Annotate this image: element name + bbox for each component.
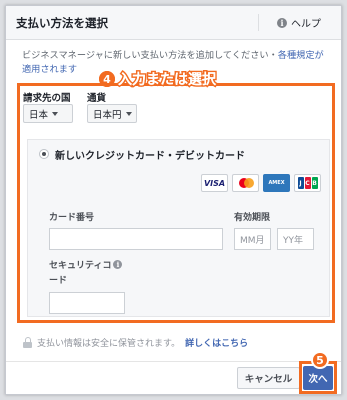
expiry-month-placeholder: MM月 bbox=[240, 235, 265, 246]
next-button[interactable]: 次へ bbox=[303, 366, 333, 390]
security-code-label: セキュリティコ i ード bbox=[49, 259, 123, 289]
new-card-panel: 新しいクレジットカード・デビットカード VISA AMEX JCB カード番号 … bbox=[27, 139, 330, 317]
lock-icon bbox=[23, 337, 32, 348]
country-value: 日本 bbox=[29, 109, 49, 121]
step4-number-badge-fill: 4 bbox=[99, 71, 115, 87]
card-logos: VISA AMEX JCB bbox=[201, 174, 321, 192]
security-code-label-line2: ード bbox=[49, 276, 68, 286]
description-text: ビジネスマネージャに新しい支払い方法を追加してください・ bbox=[22, 50, 278, 61]
currency-select[interactable]: 日本円 bbox=[87, 104, 137, 123]
expiry-label: 有効期限 bbox=[234, 213, 271, 223]
dialog-title: 支払い方法を選択 bbox=[16, 16, 108, 30]
security-code-input[interactable] bbox=[49, 292, 125, 314]
expiry-month-input[interactable]: MM月 bbox=[234, 228, 271, 250]
security-code-label-line1: セキュリティコ bbox=[49, 261, 112, 271]
card-number-label: カード番号 bbox=[49, 213, 95, 223]
dialog-header: 支払い方法を選択 i ヘルプ bbox=[6, 6, 341, 40]
country-label: 請求先の国 bbox=[23, 93, 71, 104]
currency-value: 日本円 bbox=[93, 109, 122, 121]
country-select[interactable]: 日本 bbox=[23, 104, 73, 123]
cancel-button[interactable]: キャンセル bbox=[237, 367, 300, 389]
step5-number-badge: 5 bbox=[311, 351, 329, 369]
step4-annotation: 4 入力または選択 bbox=[99, 69, 216, 89]
radio-selected-dot bbox=[42, 152, 46, 156]
expiry-year-placeholder: YY年 bbox=[283, 235, 303, 246]
new-card-radio[interactable] bbox=[39, 149, 49, 159]
help-link[interactable]: i ヘルプ bbox=[277, 15, 321, 30]
visa-logo: VISA bbox=[201, 174, 228, 192]
security-code-info-icon[interactable]: i bbox=[113, 260, 123, 269]
chevron-down-icon bbox=[52, 111, 59, 116]
expiry-year-input[interactable]: YY年 bbox=[277, 228, 314, 250]
footer-divider bbox=[6, 361, 341, 362]
header-divider bbox=[258, 14, 259, 31]
learn-more-link[interactable]: 詳しくはこちら bbox=[185, 336, 248, 349]
help-label: ヘルプ bbox=[291, 19, 321, 30]
step4-annotation-text: 入力または選択 bbox=[118, 72, 216, 88]
secure-notice-text: 支払い情報は安全に保管されます。 bbox=[37, 339, 181, 349]
chevron-down-icon bbox=[125, 111, 132, 116]
mastercard-logo bbox=[232, 174, 259, 192]
new-card-option-label: 新しいクレジットカード・デビットカード bbox=[55, 151, 245, 162]
card-number-input[interactable] bbox=[49, 228, 223, 250]
payment-method-dialog: 支払い方法を選択 i ヘルプ ビジネスマネージャに新しい支払い方法を追加してくだ… bbox=[5, 5, 342, 395]
jcb-logo: JCB bbox=[294, 174, 321, 192]
secure-notice: 支払い情報は安全に保管されます。 詳しくはこちら bbox=[23, 336, 248, 349]
currency-label: 通貨 bbox=[87, 93, 107, 104]
info-icon: i bbox=[277, 17, 287, 28]
amex-logo: AMEX bbox=[263, 174, 290, 192]
